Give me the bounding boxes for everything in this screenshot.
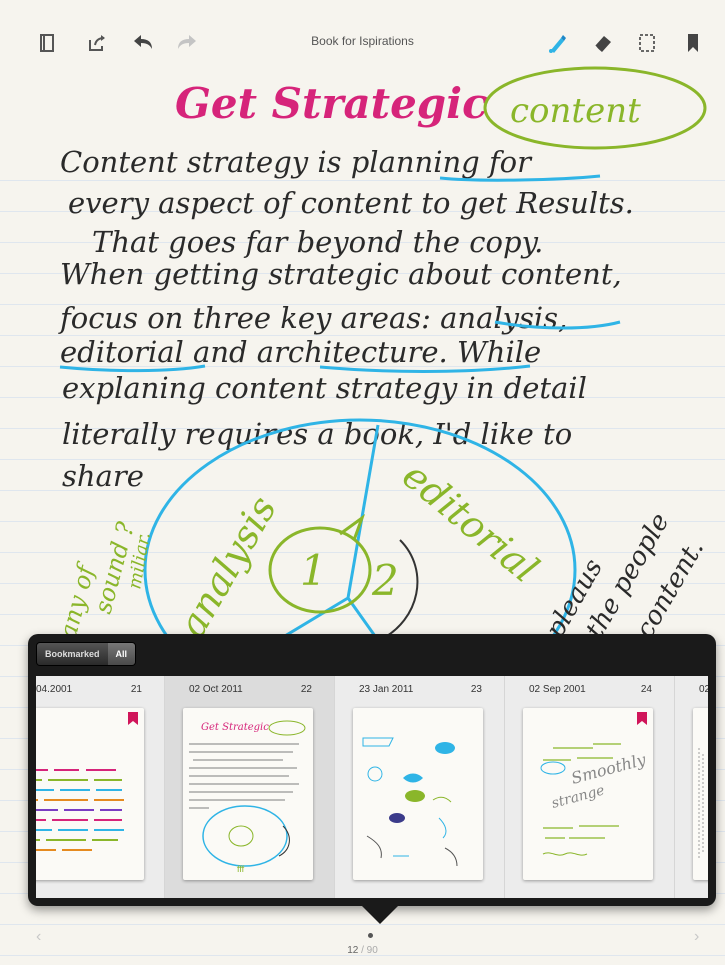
diagram-label: 2 [371, 556, 399, 605]
bookmark-ribbon-icon [128, 712, 138, 725]
total-pages: / 90 [361, 945, 378, 956]
note-heading: Get Strategic [175, 79, 488, 128]
page-position-dot [368, 933, 373, 938]
note-line: That goes far beyond the copy. [92, 225, 543, 259]
bookmark-ribbon-icon [637, 712, 647, 725]
page-browser-popover: Bookmarked All 04.2001 21 02 Oct 2011 22… [28, 634, 716, 924]
page-thumbnail[interactable] [353, 708, 483, 880]
page-date: 23 Jan 2011 [359, 684, 414, 695]
page-item[interactable]: 23 Jan 2011 23 [335, 676, 505, 898]
note-line: focus on three key areas: analysis, [58, 301, 567, 335]
page-date: 02 [699, 684, 708, 695]
page-thumbnail-strip[interactable]: 04.2001 21 02 Oct 2011 22 Get Strategic … [36, 676, 708, 898]
selection-icon[interactable] [634, 30, 660, 56]
svg-text:Smoothly: Smoothly [569, 750, 649, 788]
svg-text:Get Strategic: Get Strategic [201, 722, 269, 733]
page-date: 04.2001 [36, 684, 73, 695]
handwritten-note: Get Strategic content Content strategy i… [54, 66, 710, 660]
note-heading-circled: content [510, 91, 641, 131]
note-line: When getting strategic about content, [60, 257, 622, 291]
content-strategy-diagram: 1 2 analysis editorial [143, 418, 577, 660]
page-item[interactable]: 04.2001 21 [36, 676, 165, 898]
page-thumbnail[interactable]: Smoothly strange [523, 708, 653, 880]
page-filter-segmented-control: Bookmarked All [36, 642, 137, 666]
page-thumbnail[interactable] [693, 708, 708, 880]
page-counter: 12 / 90 [0, 945, 725, 956]
page-thumbnail[interactable]: Get Strategic fff [183, 708, 313, 880]
current-page: 12 [347, 945, 359, 956]
diagram-label-analysis: analysis [170, 489, 285, 645]
note-line: editorial and architecture. While [60, 335, 541, 369]
pen-icon[interactable] [544, 30, 570, 56]
note-line: share [62, 459, 144, 493]
page-item-selected[interactable]: 02 Oct 2011 22 Get Strategic fff [165, 676, 335, 898]
note-line: explaning content strategy in detail [62, 371, 587, 405]
svg-text:fff: fff [237, 864, 245, 874]
note-body: Content strategy is planning for every a… [58, 145, 634, 493]
eraser-icon[interactable] [590, 30, 616, 56]
page-date: 02 Oct 2011 [189, 684, 243, 695]
page-number: 21 [130, 684, 142, 695]
page-date: 02 Sep 2001 [529, 684, 586, 695]
page-item[interactable]: 02 [675, 676, 708, 898]
page-number: 23 [470, 684, 482, 695]
page-item[interactable]: 02 Sep 2001 24 Smoothly strange [505, 676, 675, 898]
side-notes-left: any of sound ? miliar. [54, 519, 155, 642]
segment-all[interactable]: All [107, 643, 136, 665]
svg-text:strange: strange [550, 782, 606, 811]
page-thumbnail[interactable] [36, 708, 144, 880]
next-page-arrow[interactable]: › [694, 928, 699, 946]
page-number: 22 [300, 684, 312, 695]
page-number: 24 [640, 684, 652, 695]
bookmark-icon[interactable] [680, 30, 706, 56]
previous-page-arrow[interactable]: ‹ [36, 928, 41, 946]
note-line: every aspect of content to get Results. [68, 186, 634, 220]
diagram-label: 1 [300, 546, 327, 595]
segment-bookmarked[interactable]: Bookmarked [37, 643, 108, 665]
notebook-title: Book for Ispirations [311, 34, 414, 48]
note-line: Content strategy is planning for [60, 145, 533, 179]
